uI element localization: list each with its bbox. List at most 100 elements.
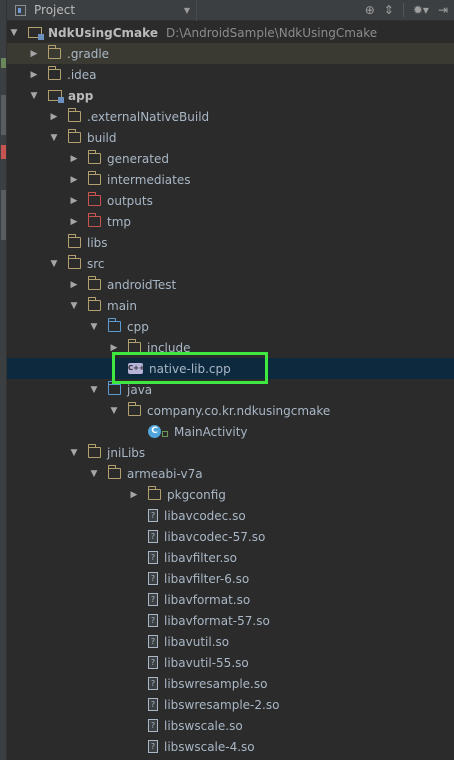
tree-node-label: jniLibs [107, 445, 146, 460]
tree-node-native-lib-cpp[interactable]: C++ native-lib.cpp [7, 358, 454, 379]
tree-node-file[interactable]: ? libavutil.so [7, 631, 454, 652]
tree-node-libs[interactable]: libs [7, 232, 454, 253]
tree-node-main[interactable]: ▼ main [7, 295, 454, 316]
collapse-arrow-icon[interactable]: ▶ [69, 196, 79, 206]
panel-title: Project [34, 3, 76, 17]
tree-node-file[interactable]: ? libavutil-55.so [7, 652, 454, 673]
collapse-arrow-icon[interactable]: ▶ [69, 154, 79, 164]
folder-icon [67, 108, 81, 122]
expand-arrow-icon[interactable]: ▼ [89, 385, 99, 395]
tree-node-package[interactable]: ▼ company.co.kr.ndkusingcmake [7, 400, 454, 421]
collapse-arrow-icon[interactable]: ▶ [129, 490, 139, 500]
tree-node-label: libavcodec-57.so [164, 529, 266, 544]
tree-node-file[interactable]: ? libavcodec.so [7, 505, 454, 526]
tree-node-gradle[interactable]: ▶ .gradle [7, 43, 454, 64]
tree-node-label: libavcodec.so [164, 508, 246, 523]
tree-node-label: libswresample.so [164, 676, 268, 691]
expand-arrow-icon[interactable]: ▼ [89, 322, 99, 332]
expand-arrow-icon[interactable]: ▼ [49, 259, 59, 269]
unknown-file-icon: ? [148, 635, 158, 648]
tree-node-include[interactable]: ▶ include [7, 337, 454, 358]
cpp-file-icon: C++ [128, 363, 145, 374]
tree-node-label: include [147, 340, 191, 355]
excluded-folder-icon [87, 192, 101, 206]
source-folder-icon [107, 381, 121, 395]
tree-node-label: main [107, 298, 137, 313]
collapse-arrow-icon[interactable]: ▶ [109, 343, 119, 353]
tree-node-file[interactable]: ? libswscale-4.so [7, 736, 454, 757]
tree-node-tmp[interactable]: ▶ tmp [7, 211, 454, 232]
tree-node-file[interactable]: ? libavfilter.so [7, 547, 454, 568]
tree-node-generated[interactable]: ▶ generated [7, 148, 454, 169]
collapse-arrow-icon[interactable]: ▶ [29, 70, 39, 80]
project-icon [15, 4, 26, 16]
chevron-down-icon: ▼ [183, 5, 190, 15]
tree-node-label: intermediates [107, 172, 191, 187]
tree-node-cpp[interactable]: ▼ cpp [7, 316, 454, 337]
tree-node-file[interactable]: ? libswresample-2.so [7, 694, 454, 715]
folder-icon [147, 486, 161, 500]
gear-icon[interactable]: ✹▾ [413, 3, 429, 17]
expand-arrow-icon[interactable]: ▼ [89, 469, 99, 479]
expand-arrow-icon[interactable]: ▼ [49, 133, 59, 143]
collapse-arrow-icon[interactable]: ▶ [29, 49, 39, 59]
module-folder-icon [48, 90, 64, 103]
folder-icon [87, 150, 101, 164]
expand-arrow-icon[interactable]: ▼ [29, 91, 39, 101]
unknown-file-icon: ? [148, 698, 158, 711]
folder-icon [67, 129, 81, 143]
unknown-file-icon: ? [148, 593, 158, 606]
sync-target-icon[interactable]: ⊕ [365, 3, 375, 17]
tree-node-label: libswresample-2.so [164, 697, 280, 712]
tool-window-tab[interactable] [1, 190, 6, 240]
unknown-file-icon: ? [148, 656, 158, 669]
collapse-arrow-icon[interactable]: ▶ [69, 217, 79, 227]
collapse-all-icon[interactable]: ⇕ [384, 3, 394, 17]
tree-node-label: .gradle [67, 46, 110, 61]
tree-node-label: tmp [107, 214, 132, 229]
collapse-arrow-icon[interactable]: ▶ [69, 175, 79, 185]
tree-node-label: NdkUsingCmake [48, 25, 158, 40]
tree-node-file[interactable]: ? libavcodec-57.so [7, 526, 454, 547]
tree-node-pkgconfig[interactable]: ▶ pkgconfig [7, 484, 454, 505]
tree-node-jnilibs[interactable]: ▼ jniLibs [7, 442, 454, 463]
collapse-arrow-icon[interactable]: ▶ [49, 112, 59, 122]
expand-arrow-icon[interactable]: ▼ [69, 301, 79, 311]
tree-node-app[interactable]: ▼ app [7, 85, 454, 106]
tree-node-outputs[interactable]: ▶ outputs [7, 190, 454, 211]
folder-icon [47, 45, 61, 59]
tree-node-intermediates[interactable]: ▶ intermediates [7, 169, 454, 190]
class-icon: C [148, 425, 161, 438]
tree-node-androidtest[interactable]: ▶ androidTest [7, 274, 454, 295]
tree-node-label: libswscale.so [164, 718, 243, 733]
expand-arrow-icon[interactable]: ▼ [69, 448, 79, 458]
tree-node-label: libavutil-55.so [164, 655, 249, 670]
hide-icon[interactable]: ⇥ [438, 3, 448, 17]
folder-icon [107, 465, 121, 479]
view-selector-dropdown[interactable]: Project ▼ [7, 0, 197, 21]
tree-node-label: outputs [107, 193, 153, 208]
tree-node-file[interactable]: ? libavformat.so [7, 589, 454, 610]
package-folder-icon [127, 402, 141, 416]
expand-arrow-icon[interactable]: ▼ [109, 406, 119, 416]
tree-node-file[interactable]: ? libswscale.so [7, 715, 454, 736]
tree-node-ndkusingcmake[interactable]: ▼ NdkUsingCmake D:\AndroidSample\NdkUsin… [7, 22, 454, 43]
tree-node-build[interactable]: ▼ build [7, 127, 454, 148]
tree-node-file[interactable]: ? libavformat-57.so [7, 610, 454, 631]
expand-arrow-icon[interactable]: ▼ [9, 28, 19, 38]
tree-node-label: src [87, 256, 105, 271]
tool-window-tab[interactable] [1, 145, 6, 159]
tree-node-idea[interactable]: ▶ .idea [7, 64, 454, 85]
tree-node-externalnativebuild[interactable]: ▶ .externalNativeBuild [7, 106, 454, 127]
folder-icon [67, 255, 81, 269]
tree-node-armeabi-v7a[interactable]: ▼ armeabi-v7a [7, 463, 454, 484]
tree-node-file[interactable]: ? libswresample.so [7, 673, 454, 694]
collapse-arrow-icon[interactable]: ▶ [69, 280, 79, 290]
tree-node-java[interactable]: ▼ java [7, 379, 454, 400]
tree-node-label: libavfilter-6.so [164, 571, 250, 586]
tree-node-file[interactable]: ? libavfilter-6.so [7, 568, 454, 589]
tree-node-label: generated [107, 151, 169, 166]
tool-window-tab[interactable] [1, 95, 6, 135]
tree-node-mainactivity[interactable]: C MainActivity [7, 421, 454, 442]
tree-node-src[interactable]: ▼ src [7, 253, 454, 274]
